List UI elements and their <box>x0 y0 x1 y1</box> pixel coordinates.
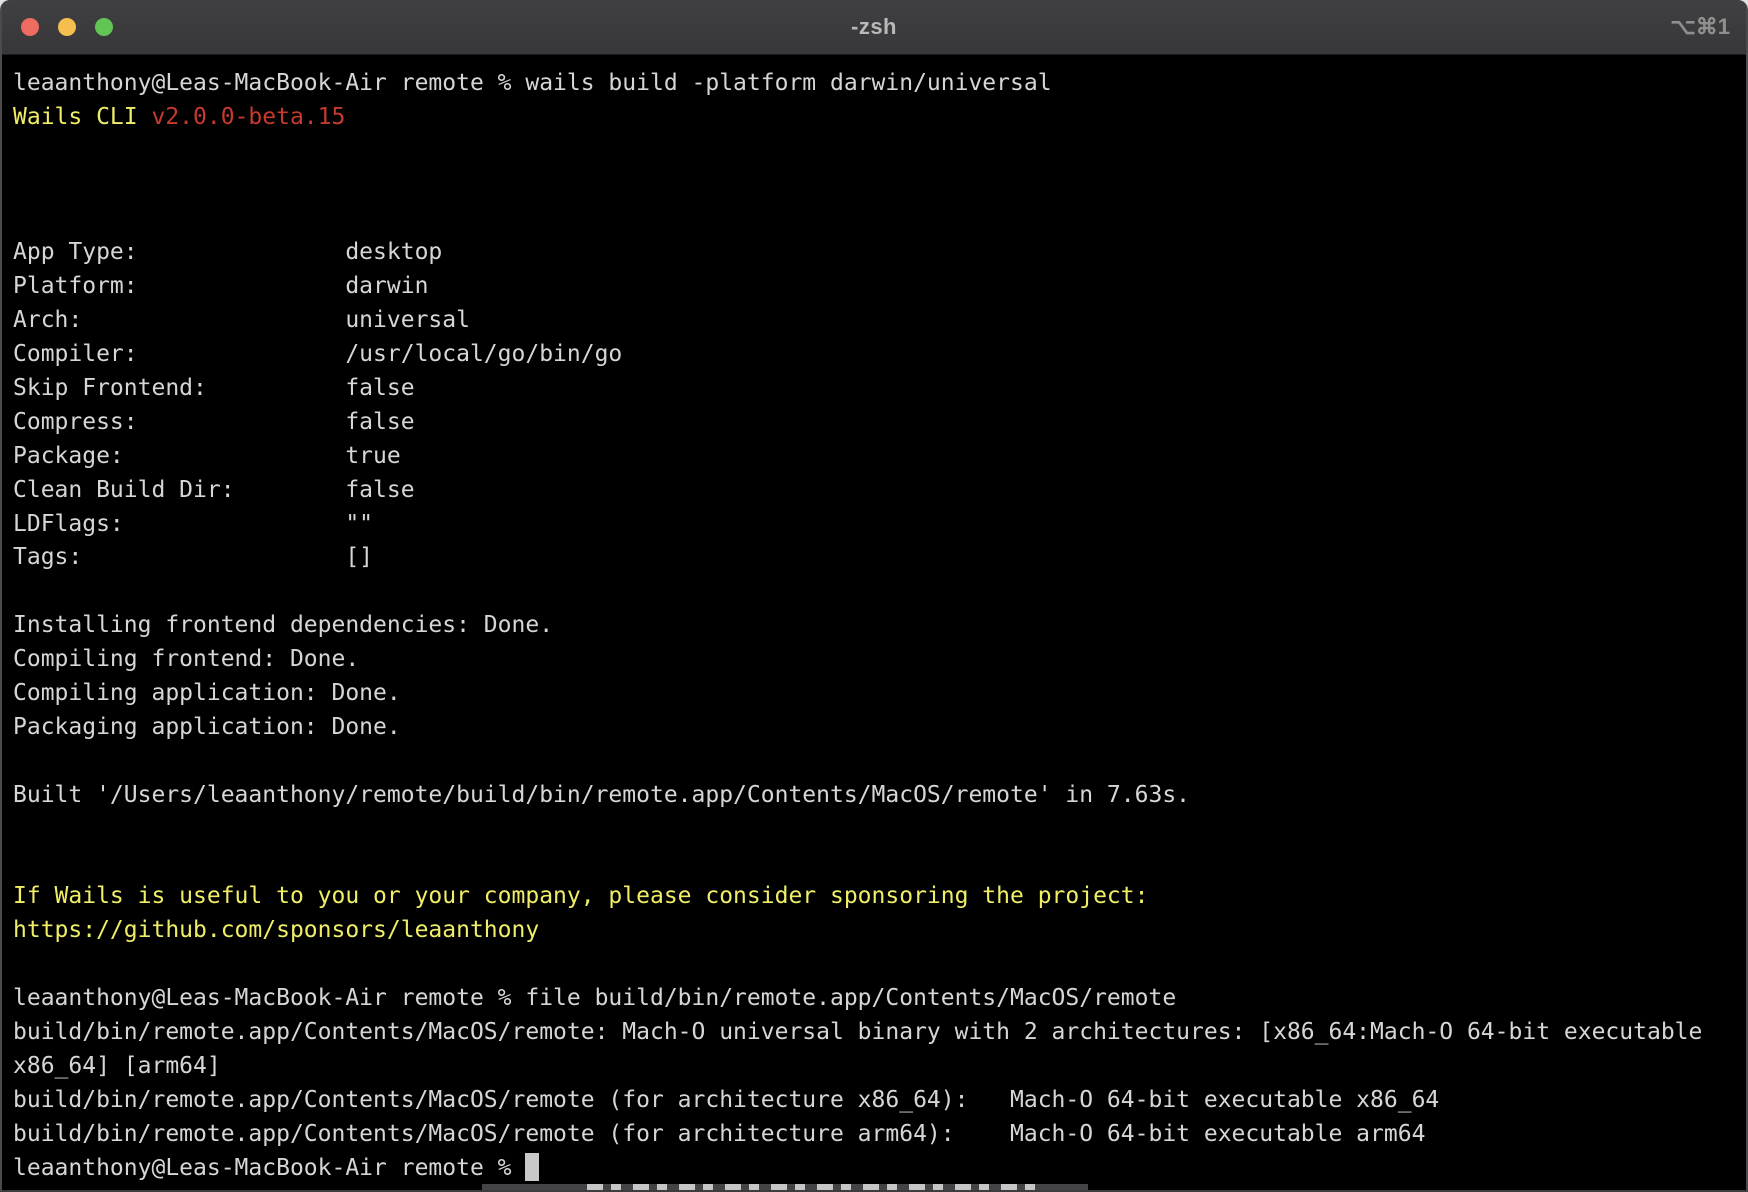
terminal-line: Compiling application: Done. <box>13 677 1746 711</box>
built-result: Built '/Users/leaanthony/remote/build/bi… <box>13 782 1190 808</box>
command-wails-build: leaanthony@Leas-MacBook-Air remote % wai… <box>13 70 1052 96</box>
terminal-line: leaanthony@Leas-MacBook-Air remote % wai… <box>13 67 1746 101</box>
build-info-compress: Compress: false <box>13 409 415 435</box>
terminal-line <box>13 948 1746 982</box>
file-output-x86-64: build/bin/remote.app/Contents/MacOS/remo… <box>13 1087 1439 1113</box>
terminal-line: leaanthony@Leas-MacBook-Air remote % <box>13 1152 1746 1186</box>
file-output-universal-wrap: x86_64] [arm64] <box>13 1053 221 1079</box>
build-info-app-type: App Type: desktop <box>13 239 442 265</box>
terminal-line <box>13 813 1746 847</box>
terminal-line: Built '/Users/leaanthony/remote/build/bi… <box>13 779 1746 813</box>
terminal-line: Installing frontend dependencies: Done. <box>13 609 1746 643</box>
command-file: leaanthony@Leas-MacBook-Air remote % fil… <box>13 985 1176 1011</box>
terminal-line <box>13 846 1746 880</box>
terminal-line: LDFlags: "" <box>13 508 1746 542</box>
build-info-clean-build-dir: Clean Build Dir: false <box>13 477 415 503</box>
terminal-line: Packaging application: Done. <box>13 711 1746 745</box>
build-info-skip-frontend: Skip Frontend: false <box>13 375 415 401</box>
terminal-line <box>13 203 1746 237</box>
terminal-window: -zsh ⌥⌘1 leaanthony@Leas-MacBook-Air rem… <box>0 0 1748 1192</box>
background-window-edge <box>482 1184 1088 1190</box>
build-info-compiler: Compiler: /usr/local/go/bin/go <box>13 341 622 367</box>
terminal-output[interactable]: leaanthony@Leas-MacBook-Air remote % wai… <box>2 54 1746 1190</box>
terminal-line: Compress: false <box>13 406 1746 440</box>
terminal-line: leaanthony@Leas-MacBook-Air remote % fil… <box>13 982 1746 1016</box>
build-info-tags: Tags: [] <box>13 544 373 570</box>
build-info-arch: Arch: universal <box>13 307 470 333</box>
sponsor-message: If Wails is useful to you or your compan… <box>13 883 1148 909</box>
shell-prompt: leaanthony@Leas-MacBook-Air remote % <box>13 1155 525 1181</box>
wails-cli-version: v2.0.0-beta.15 <box>151 104 345 130</box>
terminal-line: If Wails is useful to you or your compan… <box>13 880 1746 914</box>
file-output-universal: build/bin/remote.app/Contents/MacOS/remo… <box>13 1019 1702 1045</box>
terminal-line: Package: true <box>13 440 1746 474</box>
wails-cli-label: Wails CLI <box>13 104 151 130</box>
clipped-text-fragments <box>587 1184 1042 1190</box>
terminal-line: build/bin/remote.app/Contents/MacOS/remo… <box>13 1016 1746 1050</box>
terminal-line: Skip Frontend: false <box>13 372 1746 406</box>
terminal-line <box>13 575 1746 609</box>
terminal-line: Compiling frontend: Done. <box>13 643 1746 677</box>
terminal-line <box>13 169 1746 203</box>
terminal-line <box>13 135 1746 169</box>
terminal-line: Compiler: /usr/local/go/bin/go <box>13 338 1746 372</box>
window-shortcut-badge: ⌥⌘1 <box>1670 0 1730 54</box>
terminal-line: x86_64] [arm64] <box>13 1050 1746 1084</box>
terminal-line: https://github.com/sponsors/leaanthony <box>13 914 1746 948</box>
build-info-package: Package: true <box>13 443 401 469</box>
terminal-line: Tags: [] <box>13 541 1746 575</box>
step-package-application: Packaging application: Done. <box>13 714 401 740</box>
terminal-cursor <box>525 1153 539 1181</box>
build-info-ldflags: LDFlags: "" <box>13 511 373 537</box>
step-compile-frontend: Compiling frontend: Done. <box>13 646 359 672</box>
terminal-line: Platform: darwin <box>13 270 1746 304</box>
build-info-platform: Platform: darwin <box>13 273 428 299</box>
terminal-line: Arch: universal <box>13 304 1746 338</box>
window-title: -zsh <box>2 0 1746 54</box>
sponsor-url[interactable]: https://github.com/sponsors/leaanthony <box>13 917 539 943</box>
step-install-frontend: Installing frontend dependencies: Done. <box>13 612 553 638</box>
terminal-line: Clean Build Dir: false <box>13 474 1746 508</box>
terminal-line <box>13 745 1746 779</box>
window-titlebar[interactable]: -zsh ⌥⌘1 <box>2 0 1746 55</box>
file-output-arm64: build/bin/remote.app/Contents/MacOS/remo… <box>13 1121 1425 1147</box>
terminal-line: build/bin/remote.app/Contents/MacOS/remo… <box>13 1118 1746 1152</box>
step-compile-application: Compiling application: Done. <box>13 680 401 706</box>
terminal-line: Wails CLI v2.0.0-beta.15 <box>13 101 1746 135</box>
terminal-line: App Type: desktop <box>13 236 1746 270</box>
screen: -zsh ⌥⌘1 leaanthony@Leas-MacBook-Air rem… <box>0 0 1748 1192</box>
terminal-line: build/bin/remote.app/Contents/MacOS/remo… <box>13 1084 1746 1118</box>
